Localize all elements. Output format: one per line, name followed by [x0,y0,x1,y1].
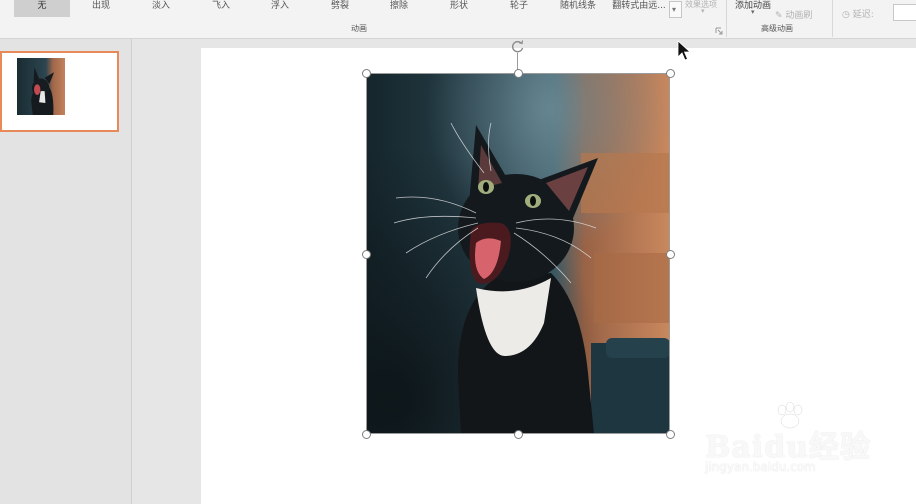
selected-picture[interactable] [362,40,675,439]
resize-handle-bottom[interactable] [514,430,523,439]
anim-fade[interactable]: 淡入 [133,0,189,17]
watermark: Baidu经验 jingyan.baidu.com [700,402,900,492]
group-separator [726,0,727,37]
group-label-animation: 动画 [351,24,367,33]
anim-float-in[interactable]: 浮入 [252,0,308,17]
anim-fly-in[interactable]: 飞入 [193,0,249,17]
animation-gallery: 无 出现 淡入 飞入 浮入 劈裂 擦除 形状 轮子 随机线条 翻转式由远... … [0,0,683,18]
anim-split[interactable]: 劈裂 [312,0,368,17]
watermark-url: jingyan.baidu.com [705,460,816,474]
group-label-advanced-animation: 高级动画 [761,24,793,33]
animation-brush-button[interactable]: ✎ 动画刷 [775,8,812,21]
effect-options-button[interactable]: 效果选项 ▾ [685,0,717,15]
anim-wheel[interactable]: 轮子 [491,0,547,17]
mouse-cursor-icon [677,40,691,61]
delay-control: ◷ 延迟: [842,7,874,20]
cat-photo [366,73,670,434]
resize-handle-bottom-left[interactable] [362,430,371,439]
delay-label: 延迟: [852,10,874,20]
gallery-more-button[interactable]: ▾ [669,1,682,18]
clock-icon: ◷ [842,10,850,20]
anim-grow-turn[interactable]: 翻转式由远... [608,0,670,17]
ribbon: 无 出现 淡入 飞入 浮入 劈裂 擦除 形状 轮子 随机线条 翻转式由远... … [0,0,916,39]
group-separator [832,0,833,37]
anim-shape[interactable]: 形状 [431,0,487,17]
dialog-launcher-icon[interactable] [715,27,723,35]
add-animation-button[interactable]: 添加动画 ▾ [735,0,771,16]
brush-icon: ✎ [775,11,783,21]
thumbnail-cat-image [17,58,65,115]
resize-handle-left[interactable] [362,250,371,259]
resize-handle-top[interactable] [514,69,523,78]
resize-handle-top-left[interactable] [362,69,371,78]
chevron-down-icon: ▾ [701,7,705,15]
chevron-down-icon: ▾ [672,5,677,14]
anim-appear[interactable]: 出现 [73,0,129,17]
anim-wipe[interactable]: 擦除 [371,0,427,17]
slide-thumbnail-pane [0,39,132,504]
resize-handle-bottom-right[interactable] [666,430,675,439]
delay-input[interactable] [893,4,916,21]
chevron-down-icon: ▾ [751,8,755,16]
resize-handle-top-right[interactable] [666,69,675,78]
anim-none[interactable]: 无 [14,0,70,17]
anim-random-bars[interactable]: 随机线条 [550,0,606,17]
resize-handle-right[interactable] [666,250,675,259]
rotate-icon[interactable] [510,39,525,54]
animation-brush-label: 动画刷 [785,11,813,21]
slide-thumbnail-1[interactable] [0,51,119,132]
